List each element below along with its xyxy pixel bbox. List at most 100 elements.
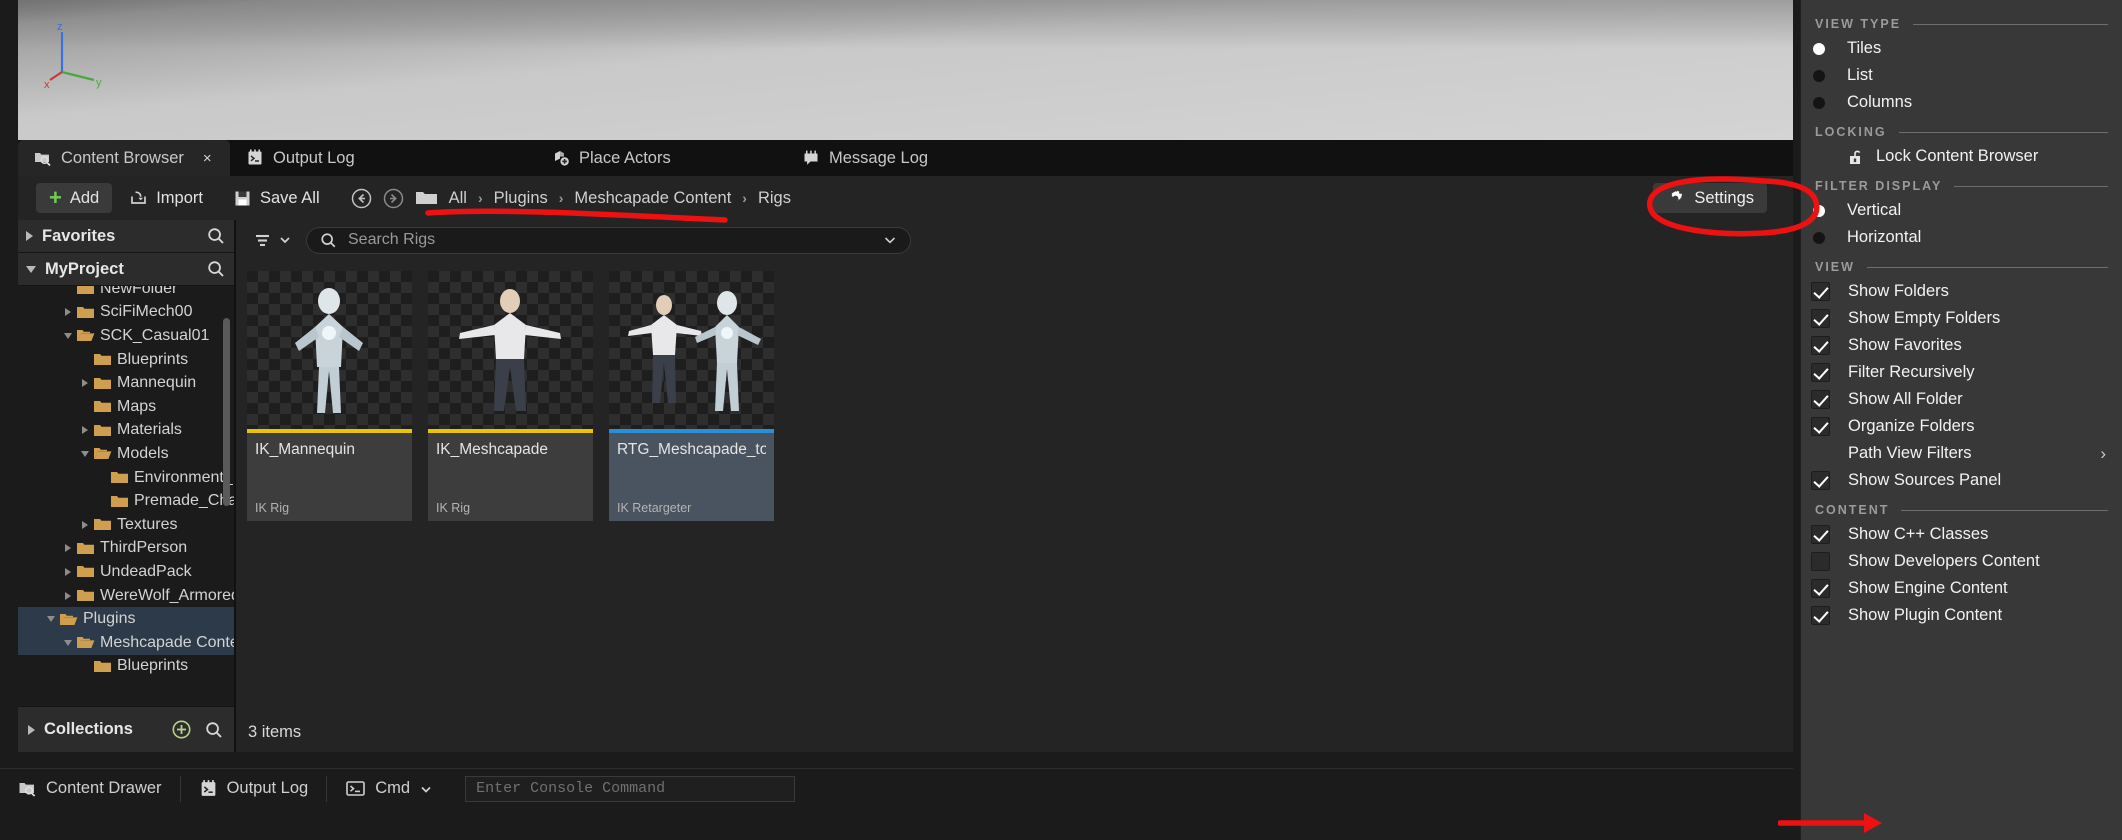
menu-item-horizontal[interactable]: Horizontal xyxy=(1801,224,2122,251)
menu-item-show-plugin-content[interactable]: Show Plugin Content xyxy=(1801,602,2122,629)
chevron-down-icon[interactable] xyxy=(882,232,898,248)
tree-item[interactable]: Plugins xyxy=(18,607,234,631)
add-button[interactable]: + Add xyxy=(36,183,113,213)
folder-icon xyxy=(94,377,111,389)
myproject-header[interactable]: MyProject xyxy=(18,253,234,286)
import-button[interactable]: Import xyxy=(116,183,216,213)
tree-item-label: Materials xyxy=(117,421,182,439)
tree-item[interactable]: SCK_Casual01 xyxy=(18,324,234,348)
checkbox[interactable] xyxy=(1811,417,1830,436)
menu-item-list[interactable]: List xyxy=(1801,62,2122,89)
tree-item[interactable]: Textures xyxy=(18,513,234,537)
menu-item-columns[interactable]: Columns xyxy=(1801,89,2122,116)
view-options-menu[interactable]: VIEW TYPE Tiles List Columns LOCKING Lock Con… xyxy=(1800,0,2122,840)
tree-item[interactable]: Materials xyxy=(18,419,234,443)
breadcrumb-item-rigs[interactable]: Rigs xyxy=(758,189,791,208)
checkbox[interactable] xyxy=(1811,525,1830,544)
tab-place-actors[interactable]: Place Actors xyxy=(536,140,687,176)
radio-button[interactable] xyxy=(1813,231,1825,244)
checkbox[interactable] xyxy=(1811,552,1830,571)
menu-item-show-all-folder[interactable]: Show All Folder xyxy=(1801,386,2122,413)
tree-item-label: ThirdPerson xyxy=(100,539,188,557)
menu-item-filter-recursively[interactable]: Filter Recursively xyxy=(1801,359,2122,386)
menu-item-show-engine-content[interactable]: Show Engine Content xyxy=(1801,575,2122,602)
search-icon[interactable] xyxy=(204,720,224,740)
tree-item[interactable]: Blueprints xyxy=(18,348,234,372)
tree-item-label: Meshcapade Conte xyxy=(100,633,234,651)
menu-item-show-folders[interactable]: Show Folders xyxy=(1801,278,2122,305)
tree-item[interactable]: NewFolder xyxy=(18,286,234,301)
tab-content-browser[interactable]: Content Browser × xyxy=(18,140,230,176)
tree-item[interactable]: UndeadPack xyxy=(18,560,234,584)
checkbox[interactable] xyxy=(1811,309,1830,328)
back-arrow-icon[interactable] xyxy=(351,188,372,209)
tree-item[interactable]: Environment_Me xyxy=(18,466,234,490)
collections-header[interactable]: Collections xyxy=(18,706,234,752)
tree-item[interactable]: Maps xyxy=(18,395,234,419)
asset-tile[interactable]: IK_Mannequin IK Rig xyxy=(247,271,412,521)
menu-item-lock-content-browser[interactable]: Lock Content Browser xyxy=(1801,143,2122,170)
output-log-button[interactable]: Output Log xyxy=(181,769,327,809)
breadcrumb-item-meshcapade-content[interactable]: Meshcapade Content xyxy=(574,189,731,208)
tree-item[interactable]: Blueprints xyxy=(18,655,234,679)
tree-item[interactable]: Mannequin xyxy=(18,371,234,395)
filters-button[interactable] xyxy=(248,230,296,251)
tree-item[interactable]: Meshcapade Conte xyxy=(18,630,234,655)
tab-label: Place Actors xyxy=(579,148,671,167)
menu-item-show-c-classes[interactable]: Show C++ Classes xyxy=(1801,521,2122,548)
tree-scrollbar[interactable] xyxy=(223,318,230,506)
checkbox[interactable] xyxy=(1811,363,1830,382)
tab-message-log[interactable]: Message Log xyxy=(786,140,944,176)
tree-item[interactable]: Premade_Chara xyxy=(18,489,234,513)
checkbox[interactable] xyxy=(1811,282,1830,301)
checkbox[interactable] xyxy=(1811,471,1830,490)
add-collection-icon[interactable] xyxy=(171,719,192,740)
radio-button[interactable] xyxy=(1813,42,1825,55)
folder-icon xyxy=(94,354,111,366)
menu-item-tiles[interactable]: Tiles xyxy=(1801,35,2122,62)
breadcrumb-item-all[interactable]: All xyxy=(449,189,467,208)
level-viewport[interactable]: z x y xyxy=(18,0,1793,140)
breadcrumb-item-plugins[interactable]: Plugins xyxy=(494,189,548,208)
asset-tile[interactable]: RTG_Meshcapade_to_ue5 IK Retargeter xyxy=(609,271,774,521)
asset-thumbnail xyxy=(609,271,774,429)
cmd-dropdown[interactable]: Cmd xyxy=(327,769,451,809)
checkbox[interactable] xyxy=(1811,606,1830,625)
chevron-down-icon xyxy=(43,616,59,623)
tree-item[interactable]: SciFiMech00 xyxy=(18,301,234,325)
tab-output-log[interactable]: Output Log xyxy=(230,140,371,176)
search-input[interactable]: Search Rigs xyxy=(306,226,911,254)
menu-item-organize-folders[interactable]: Organize Folders xyxy=(1801,413,2122,440)
radio-button[interactable] xyxy=(1813,69,1825,82)
asset-tile-grid[interactable]: IK_Mannequin IK Rig IK_Meshcapade IK Rig RTG… xyxy=(238,260,1793,521)
folder-icon xyxy=(111,472,128,484)
search-icon[interactable] xyxy=(206,259,226,279)
forward-arrow-icon[interactable] xyxy=(383,188,404,209)
favorites-header[interactable]: Favorites xyxy=(18,220,234,253)
favorites-label: Favorites xyxy=(42,226,116,245)
menu-item-show-favorites[interactable]: Show Favorites xyxy=(1801,332,2122,359)
content-drawer-button[interactable]: Content Drawer xyxy=(0,769,180,809)
menu-item-path-view-filters[interactable]: Path View Filters › xyxy=(1801,440,2122,467)
menu-item-show-empty-folders[interactable]: Show Empty Folders xyxy=(1801,305,2122,332)
console-command-input[interactable]: Enter Console Command xyxy=(465,775,796,802)
content-drawer-label: Content Drawer xyxy=(46,779,162,797)
radio-button[interactable] xyxy=(1813,96,1825,109)
folder-tree[interactable]: NewFolder SciFiMech00 SCK_Casual01 Blueprin… xyxy=(18,286,234,706)
tree-item[interactable]: ThirdPerson xyxy=(18,537,234,561)
tree-item[interactable]: Models xyxy=(18,442,234,466)
checkbox[interactable] xyxy=(1811,336,1830,355)
menu-item-show-sources-panel[interactable]: Show Sources Panel xyxy=(1801,467,2122,494)
save-all-button[interactable]: Save All xyxy=(220,183,333,213)
tree-item[interactable]: WereWolf_Armored xyxy=(18,584,234,608)
checkbox[interactable] xyxy=(1811,579,1830,598)
tab-close-icon[interactable]: × xyxy=(203,150,212,167)
menu-item-vertical[interactable]: Vertical xyxy=(1801,197,2122,224)
settings-button[interactable]: Settings xyxy=(1653,183,1767,213)
checkbox[interactable] xyxy=(1811,390,1830,409)
asset-meta: IK_Mannequin IK Rig xyxy=(247,432,412,521)
asset-tile[interactable]: IK_Meshcapade IK Rig xyxy=(428,271,593,521)
menu-item-show-developers-content[interactable]: Show Developers Content xyxy=(1801,548,2122,575)
radio-button[interactable] xyxy=(1813,204,1825,217)
search-icon[interactable] xyxy=(206,226,226,246)
